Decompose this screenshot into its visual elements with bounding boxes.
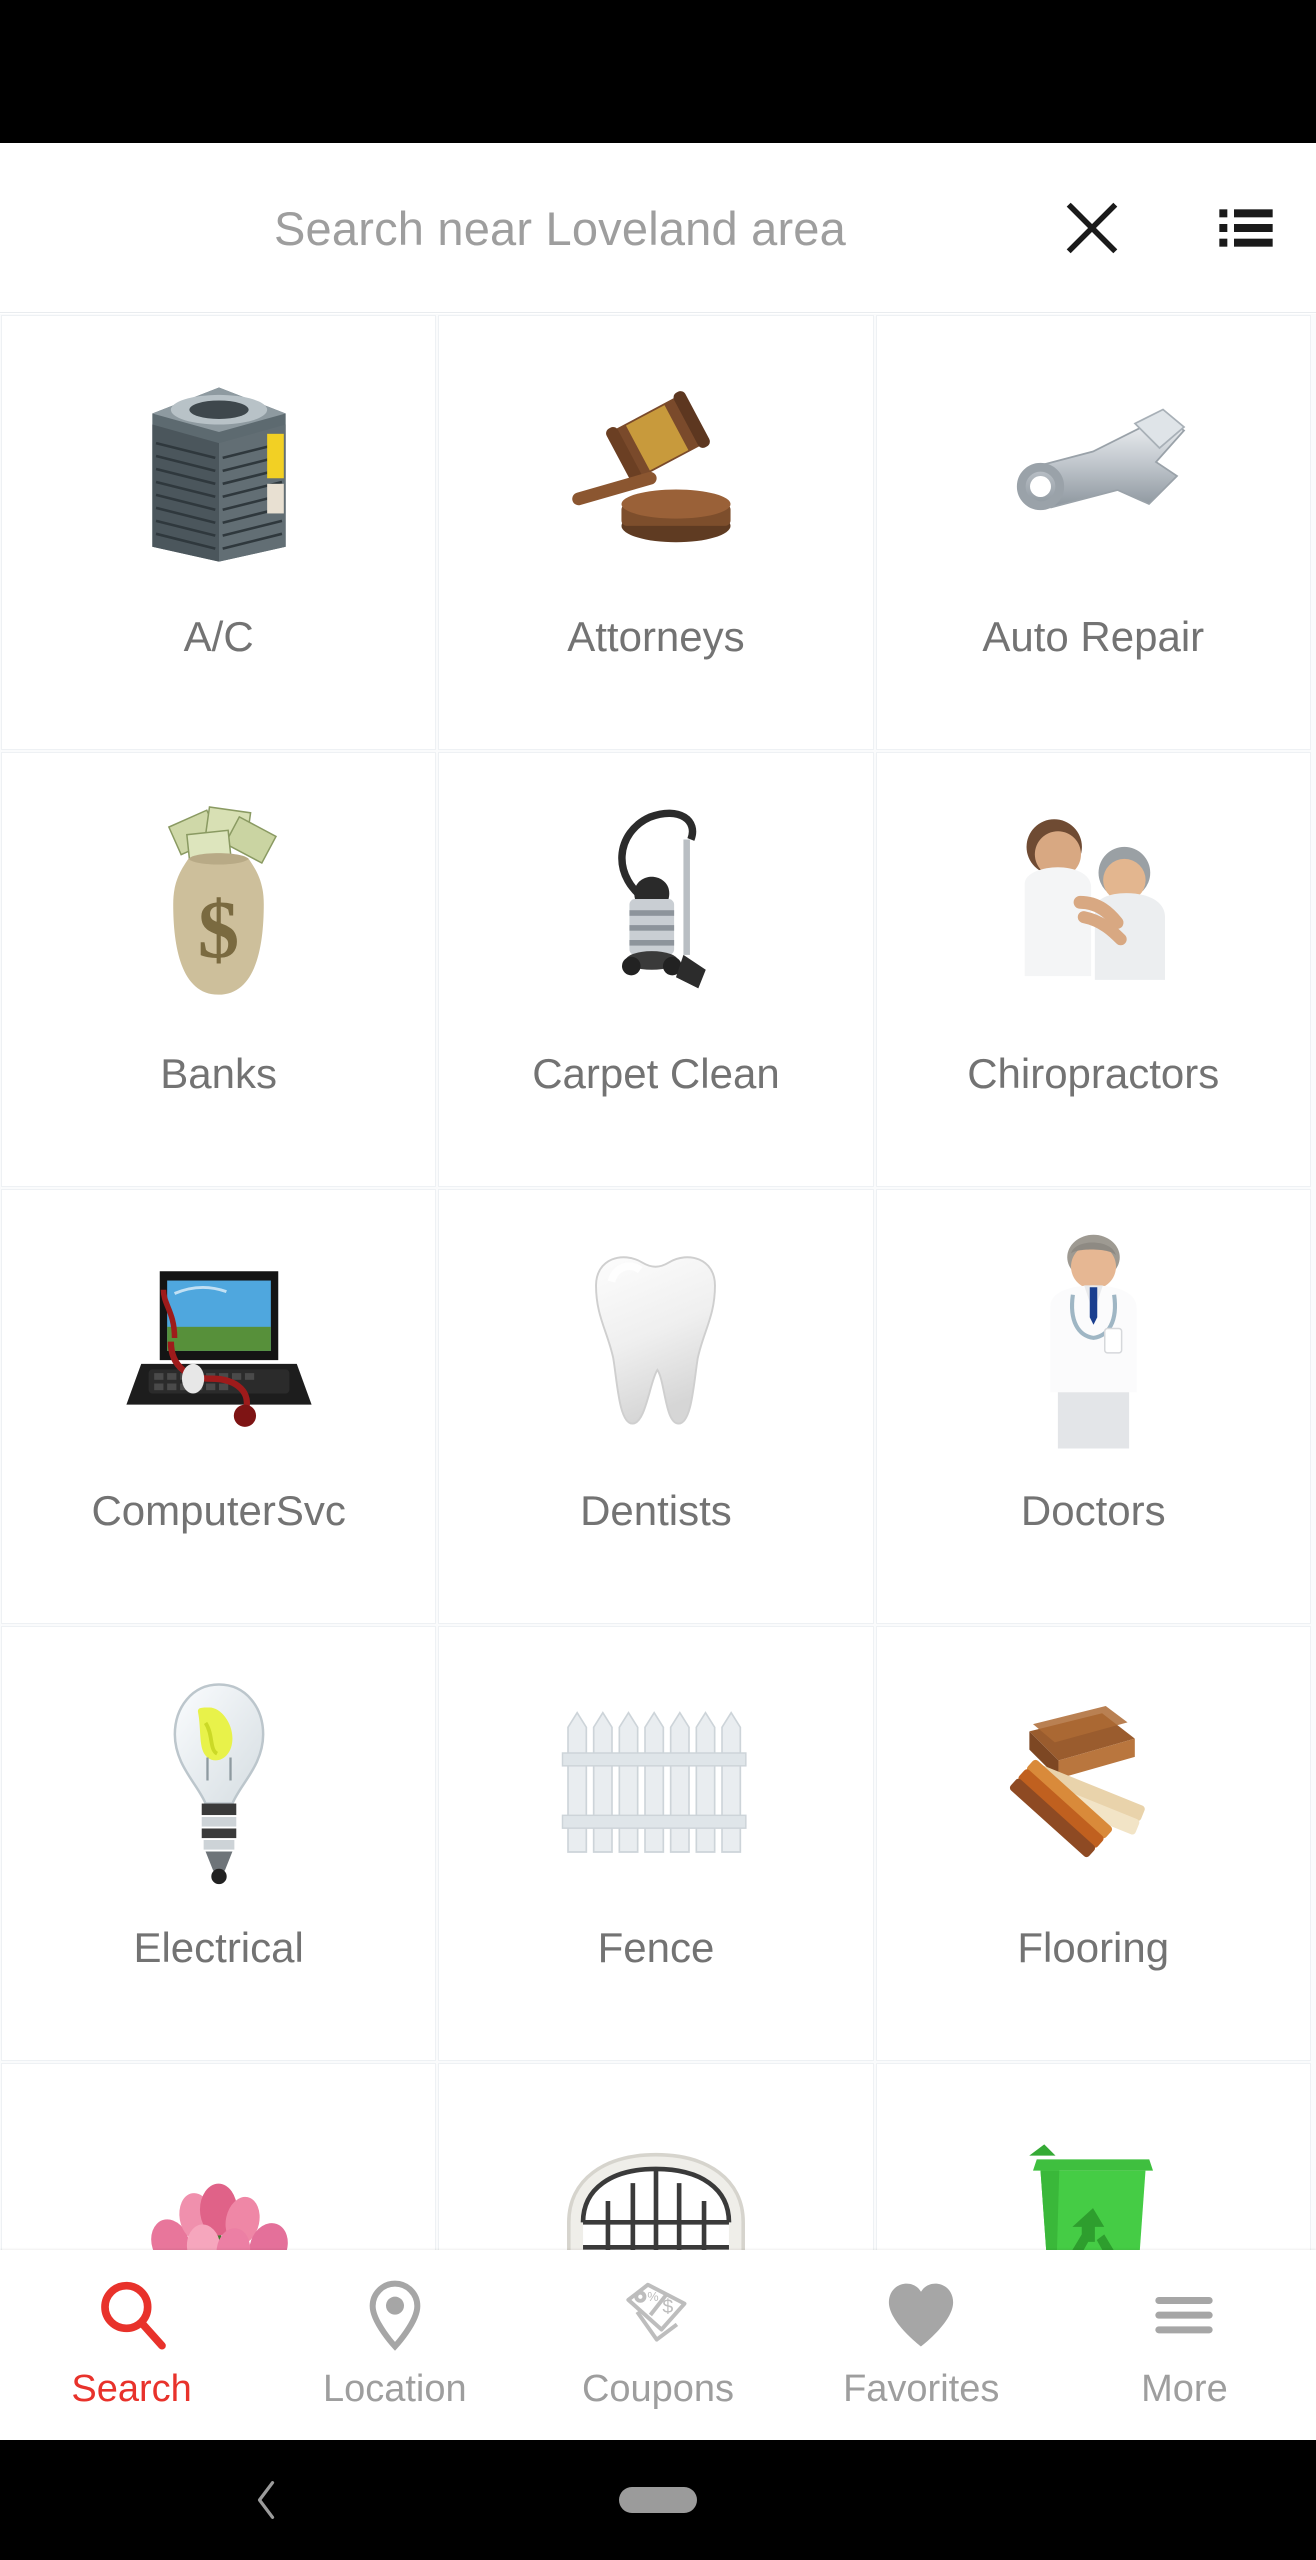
money-bag-image: $ [2, 753, 435, 1053]
tab-search[interactable]: Search [0, 2250, 263, 2411]
wrench-image [877, 316, 1310, 616]
category-label: A/C [183, 613, 254, 660]
category-cell[interactable] [875, 2063, 1311, 2250]
picket-fence-image [439, 1627, 872, 1927]
air-conditioner-unit-image [2, 316, 435, 616]
light-bulb-image [2, 1627, 435, 1927]
tab-label-favorites: Favorites [843, 2368, 1000, 2410]
category-cell[interactable]: Attorneys [438, 315, 874, 750]
category-cell[interactable]: Fence [438, 1626, 874, 2061]
tab-more[interactable]: More [1053, 2250, 1316, 2411]
wood-flooring-samples-image [877, 1627, 1310, 1927]
category-label: Electrical [133, 1924, 304, 1971]
category-cell[interactable]: Carpet Clean [438, 752, 874, 1187]
close-icon[interactable] [1052, 188, 1132, 268]
search-icon [92, 2272, 172, 2358]
category-cell[interactable]: Flooring [875, 1626, 1311, 2061]
arched-window-image [439, 2064, 872, 2250]
back-chevron-icon[interactable] [240, 2474, 292, 2526]
green-recycling-bin-image [877, 2064, 1310, 2250]
hamburger-icon [1144, 2272, 1224, 2358]
search-input[interactable] [90, 143, 1030, 313]
tab-coupons[interactable]: $ % Coupons [526, 2250, 789, 2411]
svg-text:$: $ [198, 883, 240, 975]
category-label: Auto Repair [982, 613, 1205, 660]
tab-label-coupons: Coupons [581, 2368, 735, 2410]
status-bar [0, 0, 1316, 143]
category-label: ComputerSvc [91, 1487, 346, 1534]
category-label: Fence [597, 1924, 715, 1971]
tab-label-more: More [1141, 2368, 1228, 2410]
laptop-stethoscope-image [2, 1190, 435, 1490]
pink-flowers-image [2, 2064, 435, 2250]
home-pill-indicator[interactable] [619, 2487, 697, 2513]
category-cell[interactable]: Dentists [438, 1189, 874, 1624]
bottom-tab-bar: Search Location $ % Coupons Favorites Mo… [0, 2250, 1316, 2440]
list-menu-icon[interactable] [1206, 188, 1286, 268]
category-cell[interactable]: Auto Repair [875, 315, 1311, 750]
tab-label-search: Search [71, 2368, 192, 2410]
category-cell[interactable]: ComputerSvc [1, 1189, 437, 1624]
category-label: Dentists [580, 1487, 732, 1534]
category-cell[interactable]: Chiropractors [875, 752, 1311, 1187]
tab-favorites[interactable]: Favorites [790, 2250, 1053, 2411]
category-label: Carpet Clean [532, 1050, 780, 1097]
chiropractic-adjustment-photo [877, 753, 1310, 1053]
system-navigation-bar [0, 2440, 1316, 2560]
doctor-photo [877, 1190, 1310, 1490]
category-cell[interactable]: A/C [1, 315, 437, 750]
vacuum-cleaner-image [439, 753, 872, 1053]
svg-text:$: $ [662, 2296, 673, 2318]
category-cell[interactable]: Electrical [1, 1626, 437, 2061]
location-pin-icon [355, 2272, 435, 2358]
price-tag-icon: $ % [617, 2272, 699, 2358]
category-label: Flooring [1017, 1924, 1170, 1971]
category-cell[interactable]: Doctors [875, 1189, 1311, 1624]
category-label: Banks [160, 1050, 278, 1097]
category-cell[interactable]: $ Banks [1, 752, 437, 1187]
category-label: Doctors [1020, 1487, 1166, 1534]
tooth-image [439, 1190, 872, 1490]
category-label: Attorneys [567, 613, 745, 660]
heart-icon [880, 2272, 962, 2358]
tab-location[interactable]: Location [263, 2250, 526, 2411]
gavel-image [439, 316, 872, 616]
category-label: Chiropractors [967, 1050, 1220, 1097]
search-header [0, 143, 1316, 313]
tab-label-location: Location [322, 2368, 467, 2410]
category-grid[interactable]: A/C Attorneys Auto Repair $ Banks Carpet… [0, 314, 1316, 2250]
category-cell[interactable] [438, 2063, 874, 2250]
svg-text:%: % [647, 2290, 658, 2304]
category-cell[interactable] [1, 2063, 437, 2250]
phone-screen: A/C Attorneys Auto Rep [0, 0, 1316, 2560]
